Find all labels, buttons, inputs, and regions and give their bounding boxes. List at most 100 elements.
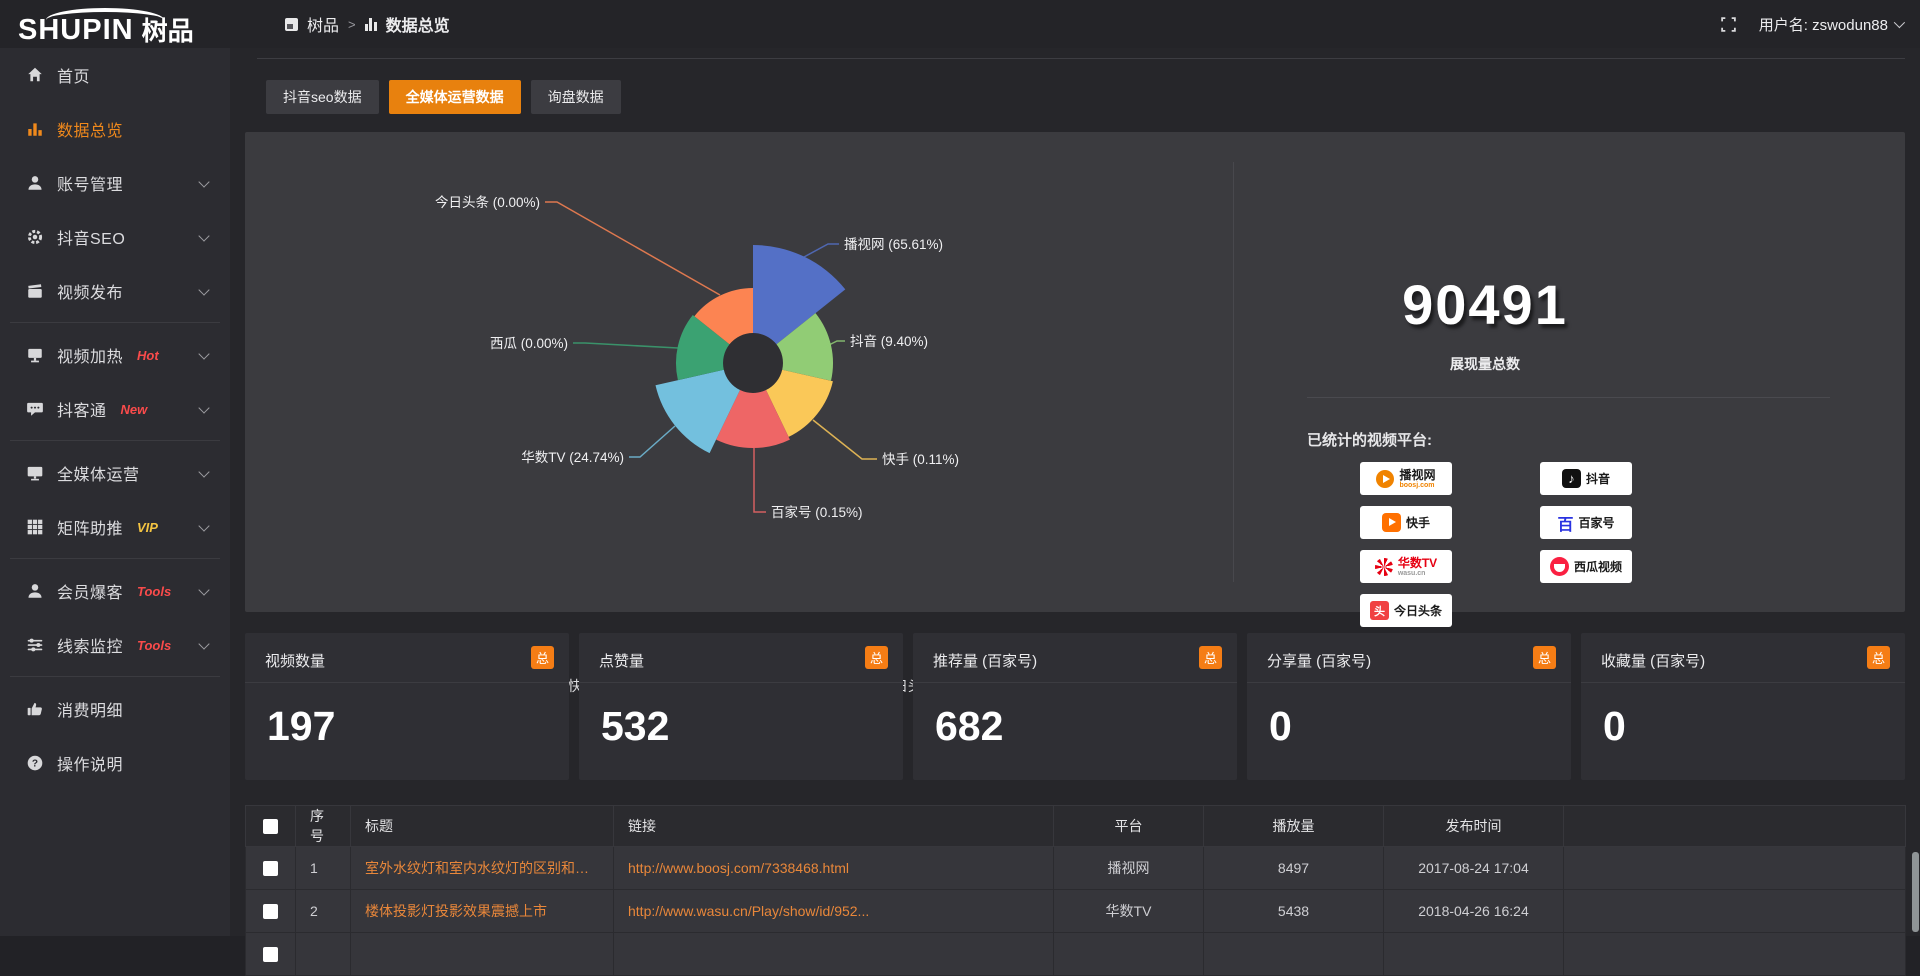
stat-card-视频数量: 视频数量总197 xyxy=(245,633,569,780)
pie-label-今日头条: 今日头条 (0.00%) xyxy=(435,194,540,210)
cell-platform: 播视网 xyxy=(1054,847,1204,890)
sidebar-item-线索监控[interactable]: 线索监控Tools xyxy=(0,618,230,672)
platform-name: 西瓜视频 xyxy=(1574,558,1622,575)
stat-card-title: 推荐量 (百家号) xyxy=(933,650,1037,671)
sidebar-item-label: 矩阵助推 xyxy=(57,515,123,539)
stat-card-value: 532 xyxy=(601,703,669,750)
sidebar-item-视频发布[interactable]: 视频发布 xyxy=(0,264,230,318)
platform-badge-西瓜视频: 西瓜视频 xyxy=(1540,550,1632,583)
chevron-down-icon xyxy=(198,520,209,531)
toutiao-icon: 头 xyxy=(1370,601,1389,620)
video-url-link[interactable]: http://www.boosj.com/7338468.html xyxy=(628,860,1039,876)
chevron-down-icon xyxy=(198,284,209,295)
row-checkbox[interactable] xyxy=(263,861,278,876)
monitor-icon xyxy=(26,464,44,482)
sidebar-item-抖客通[interactable]: 抖客通New xyxy=(0,382,230,436)
video-url-link[interactable]: http://www.wasu.cn/Play/show/id/952... xyxy=(628,903,1039,919)
cell-index: 2 xyxy=(296,890,351,933)
sidebar-item-数据总览[interactable]: 数据总览 xyxy=(0,102,230,156)
stat-card-分享量 (百家号): 分享量 (百家号)总0 xyxy=(1247,633,1571,780)
sidebar-item-视频加热[interactable]: 视频加热Hot xyxy=(0,328,230,382)
topbar-right: 用户名: zswodun88 xyxy=(1720,0,1902,48)
pie-leader-line xyxy=(629,426,675,457)
total-badge: 总 xyxy=(1199,646,1222,669)
cell-time: 2017-08-24 17:04 xyxy=(1384,847,1564,890)
pie-leader-line xyxy=(754,448,766,512)
sidebar-item-抖音SEO[interactable]: 抖音SEO xyxy=(0,210,230,264)
baijiahao-icon: 百 xyxy=(1557,511,1573,535)
stat-card-value: 682 xyxy=(935,703,1003,750)
tab-全媒体运营数据[interactable]: 全媒体运营数据 xyxy=(389,80,521,114)
column-header-链接: 链接 xyxy=(614,806,1054,847)
scrollbar-thumb[interactable] xyxy=(1912,852,1919,932)
total-impressions-label: 展现量总数 xyxy=(1285,354,1685,374)
platform-badge-百家号: 百百家号 xyxy=(1540,506,1632,539)
cell-plays: 5438 xyxy=(1204,890,1384,933)
stat-card-收藏量 (百家号): 收藏量 (百家号)总0 xyxy=(1581,633,1905,780)
video-title-link[interactable]: 楼体投影灯投影效果震撼上市 xyxy=(365,901,599,921)
platform-name: 华数TV xyxy=(1398,556,1437,570)
stat-card-title: 视频数量 xyxy=(265,650,325,671)
table-row: 1 室外水纹灯和室内水纹灯的区别和简介 http://www.boosj.com/7… xyxy=(246,847,1906,890)
platforms-label: 已统计的视频平台: xyxy=(1307,429,1432,450)
screenshot-icon xyxy=(285,18,298,31)
panel-divider xyxy=(1233,162,1234,582)
cell-index: 1 xyxy=(296,847,351,890)
cell-index xyxy=(296,933,351,976)
clapper-icon xyxy=(26,282,44,300)
pie-leader-line xyxy=(573,343,678,348)
username-label: 用户名: zswodun88 xyxy=(1759,14,1888,35)
app-logo: SHUPIN 树品 xyxy=(18,4,194,48)
card-divider xyxy=(1581,682,1905,683)
topbar: SHUPIN 树品 树品 > 数据总览 用户名: zswodun88 xyxy=(0,0,1920,48)
select-all-checkbox[interactable] xyxy=(263,819,278,834)
pie-label-播视网: 播视网 (65.61%) xyxy=(844,237,943,252)
screen-icon xyxy=(26,346,44,364)
total-badge: 总 xyxy=(865,646,888,669)
column-header-标题: 标题 xyxy=(351,806,614,847)
tab-询盘数据[interactable]: 询盘数据 xyxy=(531,80,621,114)
sidebar-item-label: 全媒体运营 xyxy=(57,461,140,485)
platform-sub: boosj.com xyxy=(1399,482,1434,489)
breadcrumb-separator: > xyxy=(348,17,356,32)
douyin-icon: ♪ xyxy=(1562,469,1581,488)
fullscreen-icon[interactable] xyxy=(1720,16,1737,33)
boosj-icon xyxy=(1376,470,1394,488)
rose-chart: 播视网 (65.61%)抖音 (9.40%)快手 (0.11%)百家号 (0.1… xyxy=(245,132,1233,612)
user-menu[interactable]: 用户名: zswodun88 xyxy=(1759,14,1902,35)
cell-time xyxy=(1384,933,1564,976)
video-table: 序号标题链接平台播放量发布时间1室外水纹灯和室内水纹灯的区别和简介http://… xyxy=(245,805,1906,976)
sidebar-item-消费明细[interactable]: 消费明细 xyxy=(0,682,230,736)
sidebar-item-矩阵助推[interactable]: 矩阵助推VIP xyxy=(0,500,230,554)
pie-leader-line xyxy=(804,244,839,257)
cell-plays: 8497 xyxy=(1204,847,1384,890)
sidebar-divider xyxy=(10,676,220,677)
home-icon xyxy=(26,66,44,84)
breadcrumb-root[interactable]: 树品 xyxy=(307,12,339,36)
chevron-down-icon xyxy=(198,230,209,241)
platform-grid: 播视网boosj.com♪抖音快手百百家号华数TVwasu.cn西瓜视频头今日头… xyxy=(1360,462,1632,627)
chevron-down-icon xyxy=(198,176,209,187)
video-title-link[interactable]: 室外水纹灯和室内水纹灯的区别和简介 xyxy=(365,858,599,878)
breadcrumb: 树品 > 数据总览 xyxy=(285,0,450,48)
pie-label-抖音: 抖音 (9.40%) xyxy=(850,333,928,349)
sidebar-divider xyxy=(10,322,220,323)
stat-card-value: 0 xyxy=(1269,703,1292,750)
video-table-wrap: 序号标题链接平台播放量发布时间1室外水纹灯和室内水纹灯的区别和简介http://… xyxy=(245,805,1905,976)
tab-抖音seo数据[interactable]: 抖音seo数据 xyxy=(266,80,379,114)
platform-name: 抖音 xyxy=(1586,470,1610,487)
sidebar-item-全媒体运营[interactable]: 全媒体运营 xyxy=(0,446,230,500)
stat-card-title: 收藏量 (百家号) xyxy=(1601,650,1705,671)
sidebar-item-label: 操作说明 xyxy=(57,751,123,775)
chat-icon xyxy=(26,400,44,418)
pie-leader-line xyxy=(545,202,720,295)
summary-divider xyxy=(1307,397,1830,398)
sidebar-item-首页[interactable]: 首页 xyxy=(0,48,230,102)
row-checkbox[interactable] xyxy=(263,904,278,919)
row-checkbox[interactable] xyxy=(263,947,278,962)
cell-platform: 华数TV xyxy=(1054,890,1204,933)
sidebar-item-账号管理[interactable]: 账号管理 xyxy=(0,156,230,210)
thumb-icon xyxy=(26,700,44,718)
sidebar-item-会员爆客[interactable]: 会员爆客Tools xyxy=(0,564,230,618)
sidebar-item-操作说明[interactable]: ?操作说明 xyxy=(0,736,230,790)
